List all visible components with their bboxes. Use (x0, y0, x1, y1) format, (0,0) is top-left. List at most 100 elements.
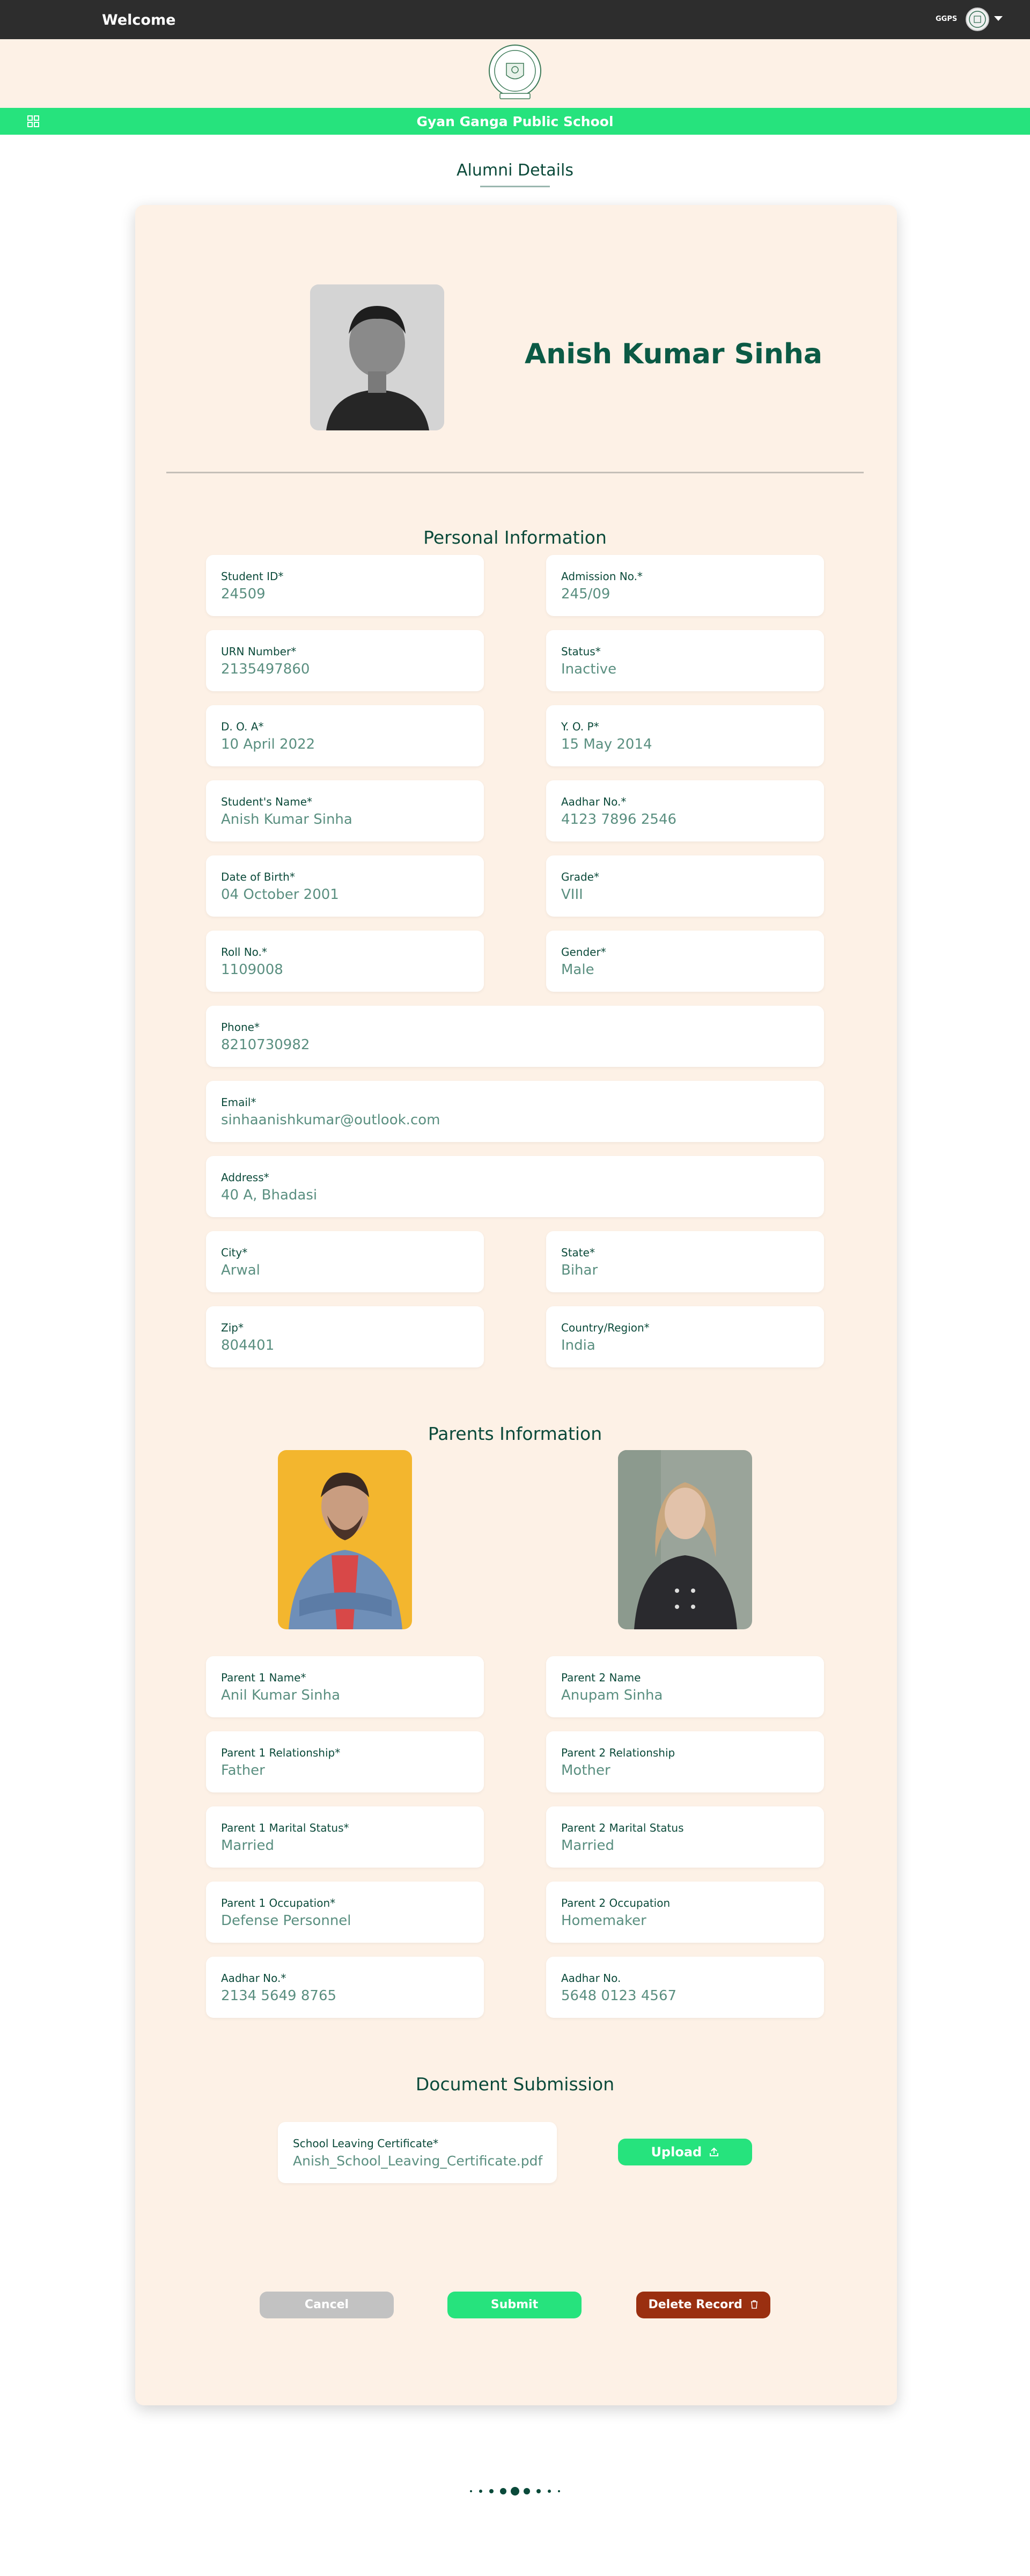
field-label: Grade* (561, 870, 599, 883)
school-logo (489, 45, 541, 99)
field-label: Zip* (221, 1321, 244, 1334)
student-photo (310, 284, 444, 430)
field-value: 04 October 2001 (221, 887, 339, 903)
state-field[interactable]: State* Bihar (546, 1231, 824, 1292)
phone-field[interactable]: Phone* 8210730982 (206, 1006, 824, 1067)
parent2-occupation-field[interactable]: Parent 2 Occupation Homemaker (546, 1882, 824, 1943)
grade-field[interactable]: Grade* VIII (546, 855, 824, 917)
status-field[interactable]: Status* Inactive (546, 630, 824, 691)
slc-field[interactable]: School Leaving Certificate* Anish_School… (278, 2122, 557, 2183)
yop-field[interactable]: Y. O. P* 15 May 2014 (546, 705, 824, 766)
field-value: Inactive (561, 661, 617, 677)
student-id-field[interactable]: Student ID* 24509 (206, 555, 484, 616)
top-bar: Welcome GGPS (0, 0, 1030, 39)
field-value: Anupam Sinha (561, 1687, 663, 1703)
field-label: Parent 1 Relationship* (221, 1746, 341, 1759)
field-value: Anish Kumar Sinha (221, 811, 352, 828)
field-label: Parent 1 Occupation* (221, 1897, 336, 1909)
address-field[interactable]: Address* 40 A, Bhadasi (206, 1156, 824, 1217)
field-value: India (561, 1337, 595, 1353)
parent2-aadhar-field[interactable]: Aadhar No. 5648 0123 4567 (546, 1957, 824, 2018)
field-value: 10 April 2022 (221, 736, 315, 752)
field-value: Homemaker (561, 1913, 646, 1929)
field-value: sinhaanishkumar@outlook.com (221, 1112, 440, 1128)
field-value: 4123 7896 2546 (561, 811, 677, 828)
school-bar: Gyan Ganga Public School (0, 108, 1030, 135)
parent1-occupation-field[interactable]: Parent 1 Occupation* Defense Personnel (206, 1882, 484, 1943)
parent1-photo (278, 1450, 412, 1629)
field-value: 804401 (221, 1337, 275, 1353)
field-label: Roll No.* (221, 946, 267, 958)
title-underline (480, 186, 550, 187)
gender-field[interactable]: Gender* Male (546, 931, 824, 992)
parent2-relationship-field[interactable]: Parent 2 Relationship Mother (546, 1731, 824, 1792)
doa-field[interactable]: D. O. A* 10 April 2022 (206, 705, 484, 766)
parent2-name-field[interactable]: Parent 2 Name Anupam Sinha (546, 1656, 824, 1717)
cancel-button[interactable]: Cancel (260, 2292, 394, 2318)
field-value: 1109008 (221, 962, 283, 978)
field-value: VIII (561, 887, 583, 903)
field-value: Defense Personnel (221, 1913, 351, 1929)
field-label: Parent 1 Marital Status* (221, 1821, 349, 1834)
field-value: Male (561, 962, 594, 978)
zip-field[interactable]: Zip* 804401 (206, 1306, 484, 1367)
field-label: Gender* (561, 946, 606, 958)
student-name-field[interactable]: Student's Name* Anish Kumar Sinha (206, 780, 484, 841)
user-abbr: GGPS (936, 15, 958, 23)
field-label: Student's Name* (221, 795, 313, 808)
field-value: Bihar (561, 1262, 598, 1278)
field-label: Parent 2 Name (561, 1671, 641, 1684)
upload-button[interactable]: Upload (618, 2139, 752, 2165)
field-label: Parent 2 Marital Status (561, 1821, 684, 1834)
field-label: Student ID* (221, 570, 284, 583)
field-label: D. O. A* (221, 720, 264, 733)
field-label: Admission No.* (561, 570, 643, 583)
field-label: Parent 2 Occupation (561, 1897, 671, 1909)
personal-info-title: Personal Information (423, 527, 607, 548)
field-label: City* (221, 1246, 248, 1259)
caret-down-icon[interactable] (994, 16, 1003, 21)
section-divider (166, 472, 864, 473)
field-label: School Leaving Certificate* (293, 2137, 439, 2150)
field-value: Married (221, 1838, 275, 1854)
aadhar-field[interactable]: Aadhar No.* 4123 7896 2546 (546, 780, 824, 841)
roll-no-field[interactable]: Roll No.* 1109008 (206, 931, 484, 992)
delete-record-button[interactable]: Delete Record (636, 2292, 770, 2318)
parent2-marital-field[interactable]: Parent 2 Marital Status Married (546, 1806, 824, 1868)
upload-icon (709, 2147, 718, 2156)
field-label: Date of Birth* (221, 870, 295, 883)
student-name: Anish Kumar Sinha (525, 338, 822, 370)
field-label: Parent 2 Relationship (561, 1746, 675, 1759)
parents-info-title: Parents Information (428, 1423, 602, 1444)
dob-field[interactable]: Date of Birth* 04 October 2001 (206, 855, 484, 917)
school-name: Gyan Ganga Public School (416, 114, 614, 129)
field-label: Aadhar No. (561, 1972, 621, 1985)
submit-button[interactable]: Submit (447, 2292, 582, 2318)
trash-icon (751, 2300, 757, 2309)
document-submission-title: Document Submission (415, 2074, 615, 2095)
field-label: Y. O. P* (561, 720, 599, 733)
urn-field[interactable]: URN Number* 2135497860 (206, 630, 484, 691)
parent1-relationship-field[interactable]: Parent 1 Relationship* Father (206, 1731, 484, 1792)
parent1-name-field[interactable]: Parent 1 Name* Anil Kumar Sinha (206, 1656, 484, 1717)
field-value: Anil Kumar Sinha (221, 1687, 341, 1703)
field-value: Mother (561, 1762, 610, 1779)
parent1-aadhar-field[interactable]: Aadhar No.* 2134 5649 8765 (206, 1957, 484, 2018)
field-label: State* (561, 1246, 595, 1259)
field-value: 40 A, Bhadasi (221, 1187, 318, 1203)
parent1-marital-field[interactable]: Parent 1 Marital Status* Married (206, 1806, 484, 1868)
country-field[interactable]: Country/Region* India (546, 1306, 824, 1367)
field-value: Anish_School_Leaving_Certificate.pdf (293, 2153, 543, 2169)
field-label: Address* (221, 1171, 269, 1184)
email-field[interactable]: Email* sinhaanishkumar@outlook.com (206, 1081, 824, 1142)
field-value: 15 May 2014 (561, 736, 652, 752)
upload-label: Upload (651, 2145, 702, 2160)
admission-no-field[interactable]: Admission No.* 245/09 (546, 555, 824, 616)
field-label: Status* (561, 645, 601, 658)
user-avatar[interactable] (966, 8, 989, 31)
delete-label: Delete Record (648, 2298, 742, 2311)
field-label: Email* (221, 1096, 256, 1109)
field-label: Parent 1 Name* (221, 1671, 306, 1684)
city-field[interactable]: City* Arwal (206, 1231, 484, 1292)
loading-dots (470, 2487, 560, 2496)
